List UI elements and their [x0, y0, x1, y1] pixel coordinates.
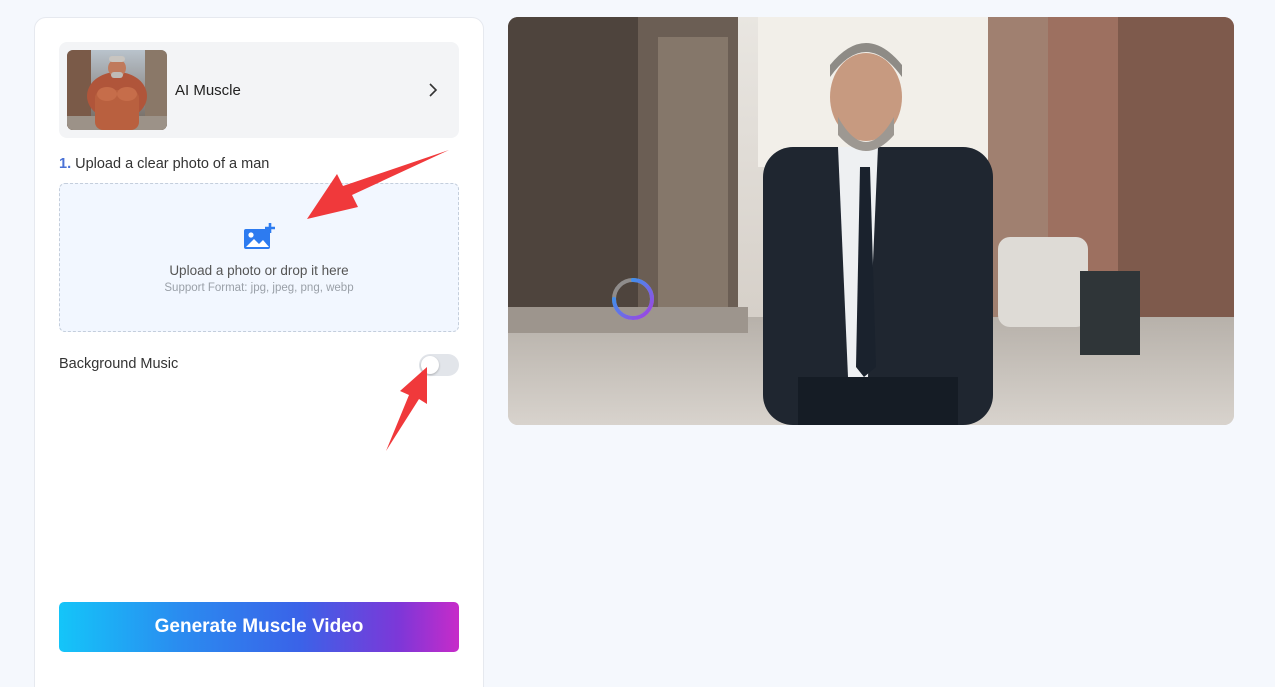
background-music-toggle[interactable]: [419, 354, 459, 376]
preview-image: [508, 17, 1234, 425]
generate-video-button[interactable]: Generate Muscle Video: [59, 602, 459, 652]
chevron-right-icon[interactable]: [415, 72, 451, 108]
template-selector[interactable]: AI Muscle: [59, 42, 459, 138]
upload-formats: Support Format: jpg, jpeg, png, webp: [164, 282, 354, 294]
step-number: 1.: [59, 156, 72, 172]
step-text: Upload a clear photo of a man: [75, 156, 270, 172]
toggle-knob: [421, 356, 439, 374]
settings-panel: AI Muscle 1. Upload a clear photo of a ma…: [34, 17, 484, 687]
image-plus-icon: [242, 222, 276, 257]
upload-dropzone[interactable]: Upload a photo or drop it here Support F…: [59, 183, 459, 332]
upload-step-label: 1. Upload a clear photo of a man: [59, 156, 269, 172]
upload-title: Upload a photo or drop it here: [169, 263, 349, 278]
template-thumbnail: [67, 50, 167, 130]
background-music-label: Background Music: [59, 356, 179, 372]
template-name: AI Muscle: [175, 81, 241, 99]
